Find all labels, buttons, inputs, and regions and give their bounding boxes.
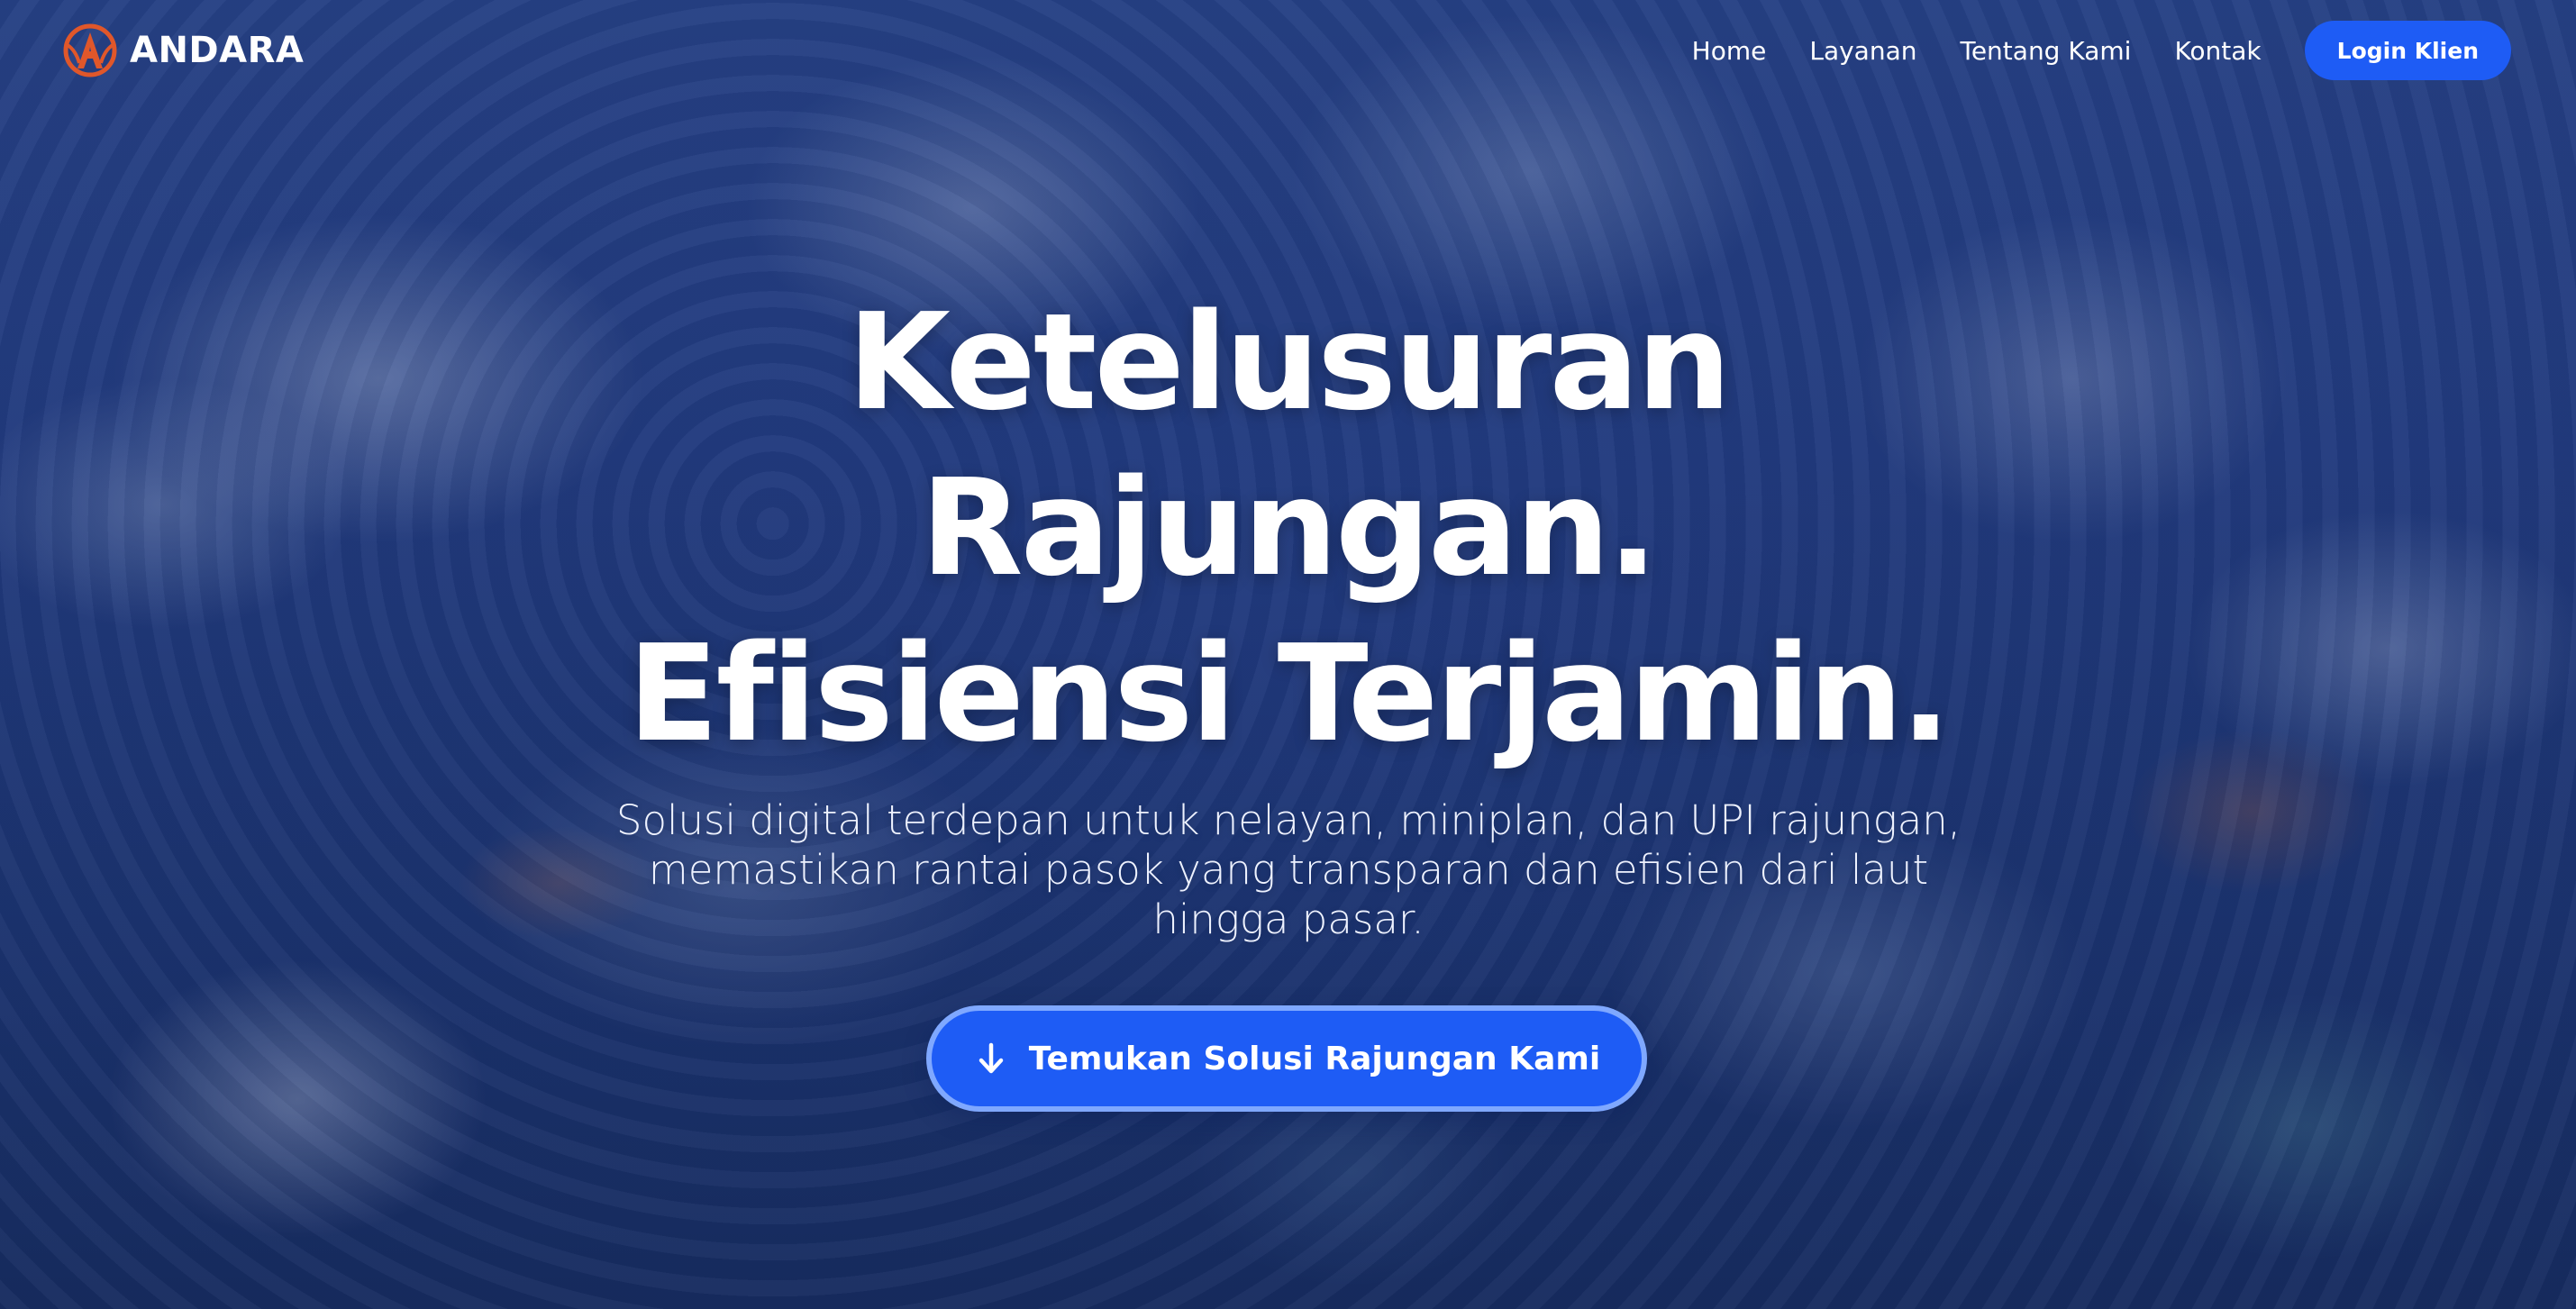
nav-link-layanan[interactable]: Layanan: [1809, 36, 1916, 66]
landing-page: ANDARA Home Layanan Tentang Kami Kontak …: [0, 0, 2576, 1309]
headline-line-2: Rajungan.: [920, 450, 1659, 605]
hero-subtitle: Solusi digital terdepan untuk nelayan, m…: [615, 796, 1962, 943]
brand-name: ANDARA: [130, 30, 305, 71]
brand[interactable]: ANDARA: [63, 23, 304, 77]
navbar: ANDARA Home Layanan Tentang Kami Kontak …: [0, 0, 2576, 101]
andara-logo-icon: [63, 23, 117, 77]
headline-line-3: Efisiensi Terjamin.: [627, 616, 1952, 771]
nav-link-kontak[interactable]: Kontak: [2174, 36, 2261, 66]
headline-line-1: Ketelusuran: [847, 285, 1731, 440]
nav-link-tentang-kami[interactable]: Tentang Kami: [1960, 36, 2131, 66]
cta-label: Temukan Solusi Rajungan Kami: [1028, 1040, 1601, 1077]
hero-section: Ketelusuran Rajungan. Efisiensi Terjamin…: [0, 0, 2576, 1309]
arrow-down-icon: [979, 1042, 1003, 1074]
login-client-button[interactable]: Login Klien: [2304, 21, 2511, 80]
discover-solutions-button[interactable]: Temukan Solusi Rajungan Kami: [926, 1005, 1647, 1112]
hero-headline: Ketelusuran Rajungan. Efisiensi Terjamin…: [0, 279, 2576, 777]
nav-menu: Home Layanan Tentang Kami Kontak Login K…: [1692, 20, 2511, 81]
nav-link-home[interactable]: Home: [1692, 36, 1767, 66]
